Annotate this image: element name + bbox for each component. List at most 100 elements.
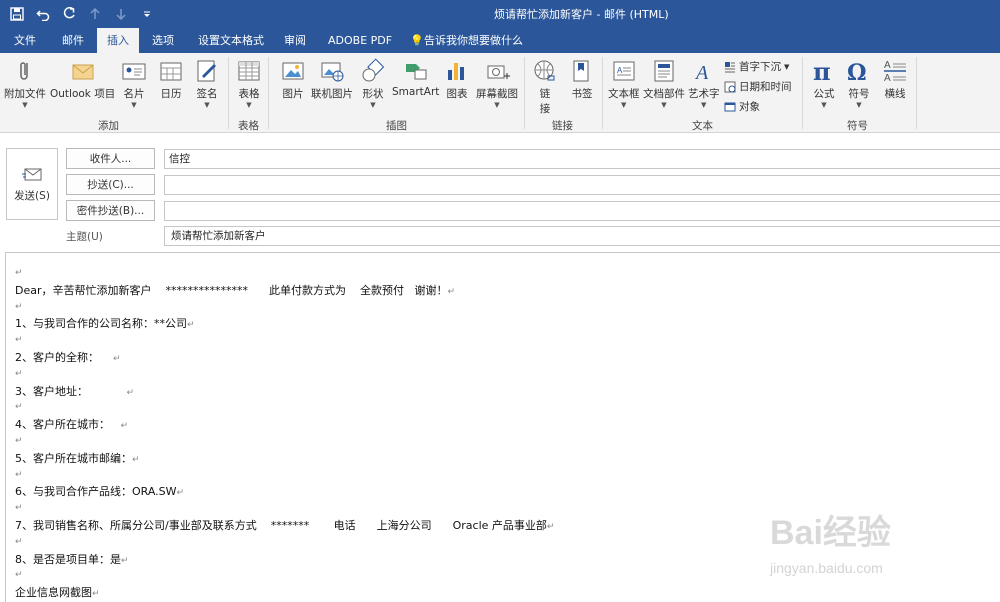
calendar-icon [160, 62, 182, 81]
group-divider [524, 57, 525, 129]
customize-icon[interactable] [136, 4, 158, 24]
outlook-item-button[interactable]: Outlook 项目 [50, 58, 115, 101]
empty-line: ↵ [15, 332, 23, 345]
chart-label: 图表 [446, 88, 468, 100]
bcc-field[interactable] [164, 201, 1000, 221]
shapes-button[interactable]: 形状 ▼ [360, 58, 386, 109]
quick-parts-icon [654, 60, 674, 82]
tab-insert[interactable]: 插入 [97, 28, 139, 53]
object-label: 对象 [739, 101, 760, 113]
ribbon: 附加文件 ▼ Outlook 项目 名片 ▼ 日历 签名 ▼ 添加 表格 ▼ 表… [0, 53, 1000, 133]
tab-format-text[interactable]: 设置文本格式 [188, 28, 274, 53]
drop-cap-button[interactable]: 首字下沉 ▼ [724, 59, 789, 74]
calendar-button[interactable]: 日历 [158, 58, 184, 101]
send-button[interactable]: 发送(S) [6, 148, 58, 220]
quick-parts-button[interactable]: 文档部件 ▼ [643, 58, 685, 109]
camera-icon [487, 65, 510, 79]
chevron-down-icon: ▼ [784, 62, 790, 71]
group-label-links: 链接 [552, 120, 573, 132]
date-time-button[interactable]: 日期和时间 [724, 79, 792, 94]
chevron-down-icon: ▼ [701, 101, 707, 109]
bookmark-label: 书签 [571, 88, 593, 100]
paragraph-mark-icon: ↵ [112, 354, 121, 364]
link-label-2: 接 [539, 103, 551, 115]
tell-me-label: 告诉我你想要做什么 [424, 34, 523, 47]
link-button[interactable]: 链 接 [532, 58, 558, 116]
cc-button[interactable]: 抄送(C)... [66, 174, 155, 195]
tab-message[interactable]: 邮件 [52, 28, 94, 53]
wordart-button[interactable]: A 艺术字 ▼ [688, 58, 720, 109]
body-line-text: 6、与我司合作产品线：ORA.SW [15, 485, 177, 499]
to-button[interactable]: 收件人... [66, 148, 155, 169]
equation-button[interactable]: π 公式 ▼ [811, 58, 837, 109]
picture-icon [282, 62, 304, 80]
table-button[interactable]: 表格 ▼ [236, 58, 262, 109]
tab-file[interactable]: 文件 [4, 28, 46, 53]
picture-button[interactable]: 图片 [280, 58, 306, 101]
wordart-icon: A [694, 62, 709, 84]
to-field[interactable]: 信控 [164, 149, 1000, 169]
symbol-button[interactable]: Ω 符号 ▼ [846, 58, 872, 109]
outlook-item-label: Outlook 项目 [50, 88, 116, 100]
link-label-1: 链 [539, 88, 551, 100]
watermark-url: jingyan.baidu.com [770, 560, 883, 576]
textbox-button[interactable]: A 文本框 ▼ [608, 58, 640, 109]
paragraph-mark-icon: ↵ [126, 387, 135, 398]
quick-access-toolbar [6, 4, 158, 24]
attach-file-button[interactable]: 附加文件 ▼ [4, 58, 46, 109]
window-title: 烦请帮忙添加新客户 - 邮件 (HTML) [494, 8, 669, 21]
omega-icon: Ω [847, 60, 867, 84]
tab-tell-me[interactable]: 💡 告诉我你想要做什么 [400, 28, 533, 53]
body-line-text: 企业信息网截图 [15, 586, 92, 600]
down-icon[interactable] [110, 4, 132, 24]
business-card-button[interactable]: 名片 ▼ [121, 58, 147, 109]
tab-adobe-pdf[interactable]: ADOBE PDF [318, 28, 402, 53]
subject-field[interactable]: 烦请帮忙添加新客户 [164, 226, 1000, 246]
screenshot-button[interactable]: 屏幕截图 ▼ [476, 58, 518, 109]
equation-label: 公式 [813, 88, 835, 100]
paragraph-mark-icon: ↵ [132, 454, 140, 465]
horizontal-line-button[interactable]: AA 横线 [882, 58, 908, 101]
paragraph-mark-icon: ↵ [15, 268, 23, 278]
undo-icon[interactable] [32, 4, 54, 24]
chevron-down-icon: ▼ [370, 101, 376, 109]
tab-options[interactable]: 选项 [142, 28, 184, 53]
chart-button[interactable]: 图表 [444, 58, 470, 101]
empty-line: ↵ [15, 567, 23, 580]
group-divider [602, 57, 603, 129]
message-header: 发送(S) 收件人... 信控 抄送(C)... 密件抄送(B)... 主题(U… [0, 134, 1000, 250]
link-icon [534, 60, 555, 81]
paragraph-mark-icon: ↵ [15, 335, 23, 346]
empty-line: ↵ [15, 399, 23, 412]
paragraph-mark-icon: ↵ [546, 522, 555, 532]
business-card-icon [122, 63, 146, 80]
chevron-down-icon: ▼ [204, 101, 210, 109]
paragraph-mark-icon: ↵ [15, 402, 23, 413]
object-button[interactable]: 对象 [724, 99, 760, 114]
tab-review[interactable]: 审阅 [274, 28, 316, 53]
svg-text:A: A [884, 60, 891, 71]
svg-text:A: A [884, 73, 891, 84]
bcc-button[interactable]: 密件抄送(B)... [66, 200, 155, 221]
paragraph-mark-icon: ↵ [15, 436, 23, 446]
bookmark-button[interactable]: 书签 [569, 58, 595, 101]
paragraph-mark-icon: ↵ [15, 301, 23, 312]
empty-line: ↵ [15, 299, 23, 312]
group-label-table: 表格 [238, 120, 259, 132]
signature-button[interactable]: 签名 ▼ [194, 58, 220, 109]
redo-icon[interactable] [58, 4, 80, 24]
save-icon[interactable] [6, 4, 28, 24]
cc-field[interactable] [164, 175, 1000, 195]
paragraph-mark-icon: ↵ [176, 488, 185, 499]
attach-label: 附加文件 [4, 88, 46, 100]
paragraph-mark-icon: ↵ [15, 570, 23, 581]
hline-label: 横线 [884, 88, 906, 100]
drop-cap-icon [725, 61, 735, 72]
smartart-button[interactable]: SmartArt [392, 58, 439, 98]
online-picture-button[interactable]: 联机图片 [311, 58, 353, 101]
body-line-text: Dear，辛苦帮忙添加新客户 *************** 此单付款方式为 全… [15, 283, 448, 297]
empty-line: ↵ [15, 500, 23, 513]
body-line: 7、我司销售名称、所属分公司/事业部及联系方式 ******* 电话 上海分公司… [15, 517, 554, 533]
group-divider [916, 57, 917, 129]
up-icon[interactable] [84, 4, 106, 24]
